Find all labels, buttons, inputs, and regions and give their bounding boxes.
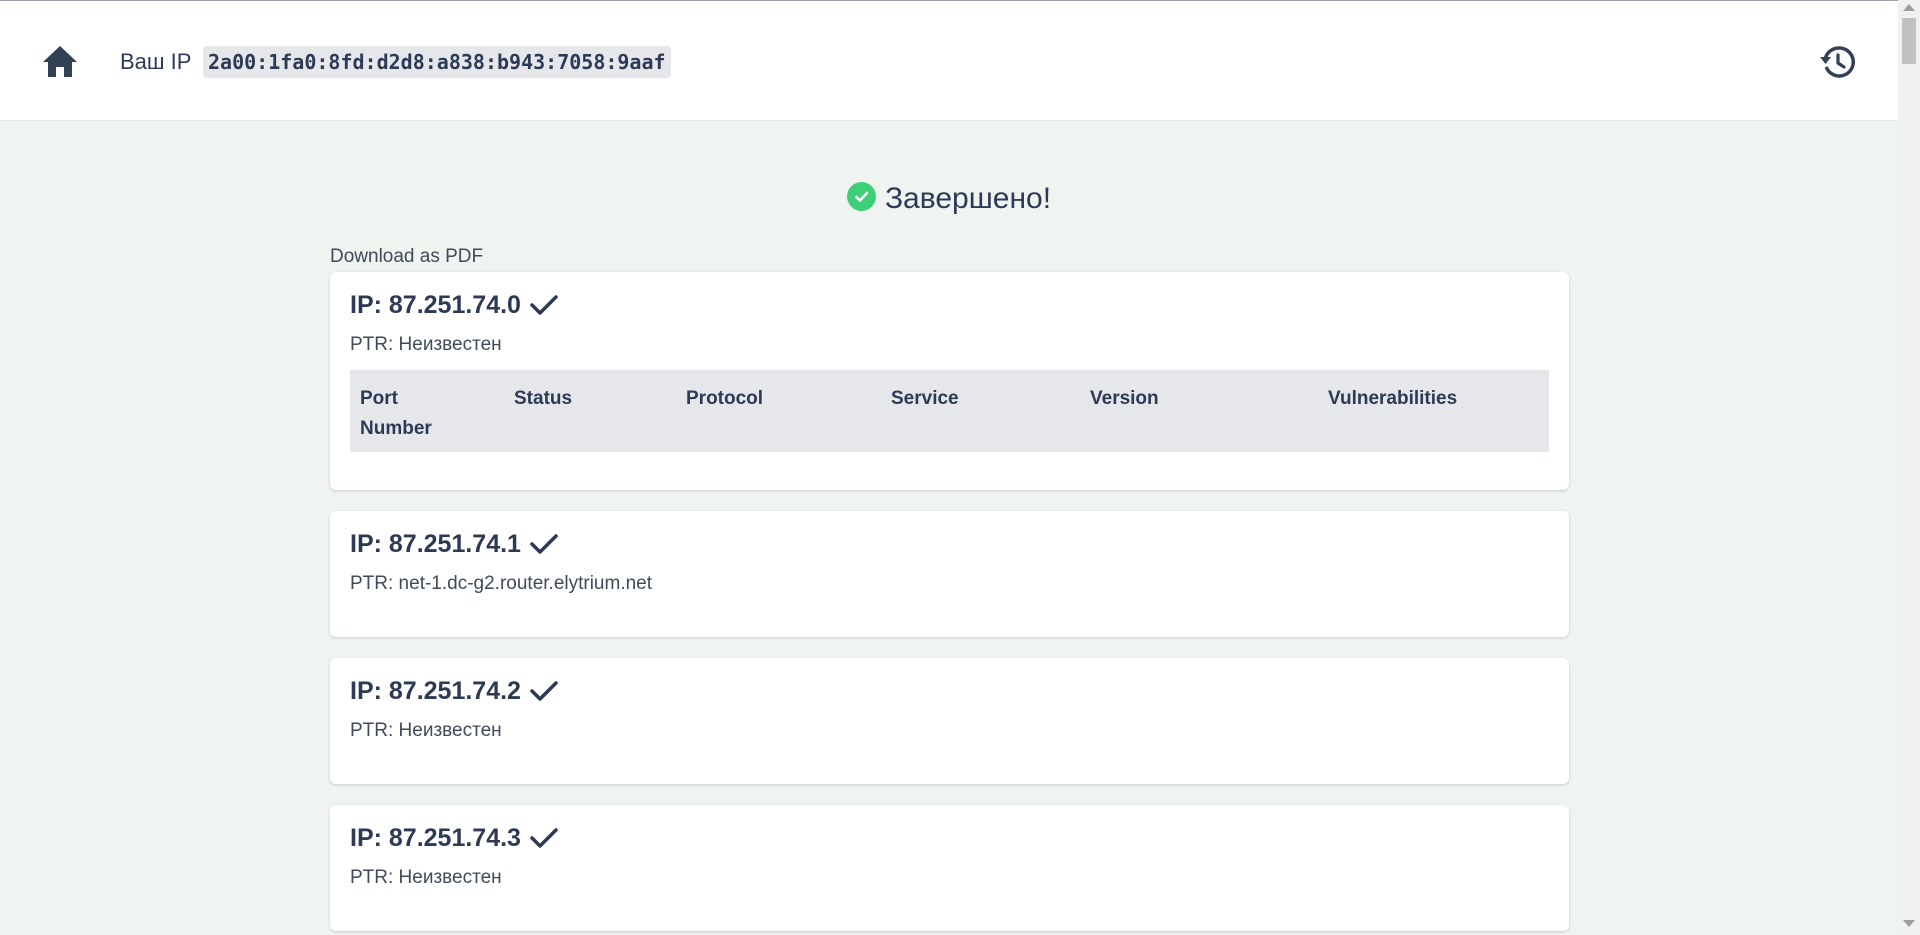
ports-table-header: Port Number Status Protocol Service Vers… xyxy=(350,370,1549,452)
host-ip: IP: 87.251.74.0 xyxy=(350,291,521,319)
host-ip: IP: 87.251.74.2 xyxy=(350,677,521,705)
host-card: IP: 87.251.74.2 PTR: Неизвестен xyxy=(330,658,1569,784)
scan-status: Завершено! xyxy=(0,182,1898,216)
column-header-vulnerabilities: Vulnerabilities xyxy=(1328,388,1458,409)
host-ip: IP: 87.251.74.1 xyxy=(350,530,521,558)
scroll-down-arrow-icon[interactable] xyxy=(1903,920,1915,927)
host-ptr: PTR: Неизвестен xyxy=(350,720,502,741)
ip-value: 2a00:1fa0:8fd:d2d8:a838:b943:7058:9aaf xyxy=(203,46,671,78)
checkmark-icon xyxy=(529,532,559,554)
home-icon[interactable] xyxy=(40,41,80,81)
download-pdf-link[interactable]: Download as PDF xyxy=(330,246,483,268)
host-card: IP: 87.251.74.3 PTR: Неизвестен xyxy=(330,805,1569,931)
status-text: Завершено! xyxy=(884,182,1052,215)
host-title: IP: 87.251.74.1 xyxy=(350,529,1549,559)
column-header-service: Service xyxy=(891,388,959,409)
check-circle-icon xyxy=(846,182,876,211)
host-ptr: PTR: Неизвестен xyxy=(350,867,502,888)
ip-label: Ваш IP xyxy=(120,49,192,74)
history-icon[interactable] xyxy=(1820,44,1856,80)
scroll-thumb[interactable] xyxy=(1902,18,1916,64)
checkmark-icon xyxy=(529,293,559,315)
checkmark-icon xyxy=(529,679,559,701)
scroll-up-arrow-icon[interactable] xyxy=(1903,4,1915,11)
host-card: IP: 87.251.74.1 PTR: net-1.dc-g2.router.… xyxy=(330,511,1569,637)
column-header-status: Status xyxy=(514,388,573,409)
host-title: IP: 87.251.74.0 xyxy=(350,290,1549,320)
host-ip: IP: 87.251.74.3 xyxy=(350,824,521,852)
host-card: IP: 87.251.74.0 PTR: Неизвестен Port Num… xyxy=(330,272,1569,490)
top-bar: Ваш IP 2a00:1fa0:8fd:d2d8:a838:b943:7058… xyxy=(0,0,1898,121)
host-title: IP: 87.251.74.2 xyxy=(350,676,1549,706)
host-ptr: PTR: net-1.dc-g2.router.elytrium.net xyxy=(350,573,653,594)
column-header-protocol: Protocol xyxy=(686,388,764,409)
column-header-port-number: Port Number xyxy=(360,388,432,439)
host-title: IP: 87.251.74.3 xyxy=(350,823,1549,853)
column-header-version: Version xyxy=(1090,388,1159,409)
checkmark-icon xyxy=(529,826,559,848)
host-ptr: PTR: Неизвестен xyxy=(350,334,502,355)
vertical-scrollbar[interactable] xyxy=(1898,0,1920,935)
